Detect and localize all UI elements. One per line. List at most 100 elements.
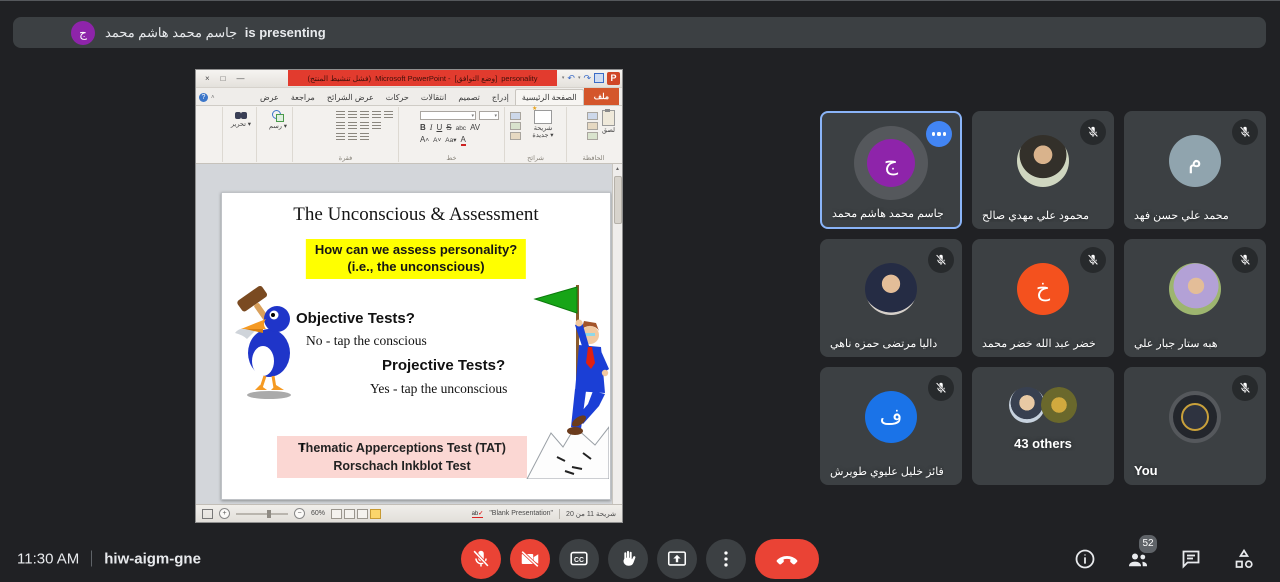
participant-tile-6[interactable]: ففائز خليل عليوي طويرش bbox=[820, 367, 962, 485]
participant-tile-7[interactable]: 43 others bbox=[972, 367, 1114, 485]
shadow-icon[interactable]: abc bbox=[456, 125, 466, 132]
font-name-select[interactable]: ▾ bbox=[420, 111, 476, 120]
layout-icon[interactable] bbox=[510, 112, 521, 120]
scroll-up-icon[interactable]: ▲ bbox=[613, 164, 622, 172]
ppt-tab-2[interactable]: إدراج bbox=[486, 90, 515, 105]
participants-button[interactable]: 52 bbox=[1126, 547, 1150, 571]
numbering-icon[interactable] bbox=[348, 111, 357, 119]
mic-toggle-button[interactable] bbox=[461, 539, 501, 579]
help-icon[interactable]: ? bbox=[199, 93, 208, 102]
zoom-slider[interactable] bbox=[236, 513, 288, 515]
ppt-tab-7[interactable]: مراجعة bbox=[285, 90, 321, 105]
tile-options-button[interactable] bbox=[926, 121, 952, 147]
line-spacing-icon[interactable] bbox=[384, 111, 393, 119]
clipboard-small-buttons[interactable] bbox=[587, 110, 598, 140]
ppt-tab-8[interactable]: عرض bbox=[254, 90, 285, 105]
redo-icon[interactable]: ↷ bbox=[583, 74, 591, 83]
raise-hand-button[interactable] bbox=[608, 539, 648, 579]
underline-icon[interactable]: U bbox=[436, 123, 442, 132]
align-buttons[interactable] bbox=[336, 122, 393, 130]
captions-button[interactable]: CC bbox=[559, 539, 599, 579]
font-size-select[interactable]: ▾ bbox=[479, 111, 499, 120]
meeting-details-button[interactable] bbox=[1073, 547, 1097, 571]
ppt-tab-1[interactable]: الصفحة الرئيسية bbox=[515, 89, 584, 105]
maximize-icon[interactable]: □ bbox=[221, 74, 226, 83]
text-cursor: I bbox=[301, 441, 305, 453]
ppt-tab-0[interactable]: ملف bbox=[584, 88, 619, 105]
cut-icon[interactable] bbox=[587, 112, 598, 120]
smartart-icon[interactable] bbox=[360, 133, 369, 141]
others-photo-1 bbox=[1009, 387, 1045, 423]
copy-icon[interactable] bbox=[587, 122, 598, 130]
zoom-out-icon[interactable]: − bbox=[294, 508, 305, 519]
present-button[interactable] bbox=[657, 539, 697, 579]
spellcheck-icon[interactable]: ab✓ bbox=[472, 510, 484, 518]
italic-icon[interactable]: I bbox=[430, 123, 433, 132]
section-icon[interactable] bbox=[510, 132, 521, 140]
slides-small-buttons[interactable] bbox=[510, 110, 521, 140]
qat-dropdown-icon[interactable]: ▾ bbox=[562, 75, 565, 81]
normal-view-icon[interactable] bbox=[370, 509, 381, 519]
chat-button[interactable] bbox=[1179, 547, 1203, 571]
activities-button[interactable] bbox=[1232, 547, 1256, 571]
ppt-tab-3[interactable]: تصميم bbox=[452, 90, 486, 105]
slideshow-view-icon[interactable] bbox=[331, 509, 342, 519]
participant-tile-5[interactable]: هبه ستار جبار علي bbox=[1124, 239, 1266, 357]
ppt-tab-5[interactable]: حركات bbox=[380, 90, 415, 105]
direction-buttons[interactable] bbox=[336, 133, 393, 141]
zoom-in-icon[interactable]: + bbox=[219, 508, 230, 519]
participant-tile-4[interactable]: خخضر عبد الله خضر محمد bbox=[972, 239, 1114, 357]
more-options-button[interactable] bbox=[706, 539, 746, 579]
font-style-buttons[interactable]: B I U S abc AV bbox=[420, 123, 499, 132]
participant-tile-3[interactable]: داليا مرتضى حمزه ناهي bbox=[820, 239, 962, 357]
participant-tile-1[interactable]: محمود علي مهدي صالح bbox=[972, 111, 1114, 229]
undo-dropdown-icon[interactable]: ▾ bbox=[578, 75, 581, 81]
bullets-icon[interactable] bbox=[336, 111, 345, 119]
draw-button[interactable]: رسم ▾ bbox=[269, 110, 287, 130]
participant-tile-0[interactable]: ججاسم محمد هاشم محمد bbox=[820, 111, 962, 229]
grow-font-icon[interactable]: A˄ bbox=[420, 135, 429, 144]
sorter-view-icon[interactable] bbox=[357, 509, 368, 519]
zoom-slider-thumb[interactable] bbox=[267, 510, 271, 518]
char-spacing-icon[interactable]: AV bbox=[470, 123, 480, 132]
align-right-icon[interactable] bbox=[336, 122, 345, 130]
ppt-window-title: (فشل تنشيط المنتج) Microsoft PowerPoint … bbox=[288, 70, 557, 86]
justify-icon[interactable] bbox=[372, 122, 381, 130]
undo-icon[interactable]: ↶ bbox=[567, 74, 575, 83]
align-left-icon[interactable] bbox=[360, 122, 369, 130]
indent-less-icon[interactable] bbox=[372, 111, 381, 119]
reset-icon[interactable] bbox=[510, 122, 521, 130]
shrink-font-icon[interactable]: A˅ bbox=[433, 137, 441, 144]
ribbon-group-editing: تحرير ▾ bbox=[222, 107, 256, 162]
paste-button[interactable]: لصق bbox=[602, 110, 615, 134]
participant-tile-8[interactable]: You bbox=[1124, 367, 1266, 485]
ppt-tab-6[interactable]: عرض الشرائح bbox=[321, 90, 380, 105]
fit-to-window-icon[interactable] bbox=[202, 509, 213, 519]
slide[interactable]: The Unconscious & Assessment How can we … bbox=[221, 192, 611, 500]
participant-tile-2[interactable]: ممحمد علي حسن فهد bbox=[1124, 111, 1266, 229]
save-icon[interactable] bbox=[594, 73, 604, 83]
ppt-vertical-scrollbar[interactable]: ▲ bbox=[612, 164, 622, 504]
minimize-ribbon-icon[interactable]: ˄ bbox=[211, 95, 215, 101]
font-color-icon[interactable]: A bbox=[461, 135, 466, 146]
reading-view-icon[interactable] bbox=[344, 509, 355, 519]
text-direction-icon[interactable] bbox=[336, 133, 345, 141]
minimize-icon[interactable]: — bbox=[237, 74, 245, 83]
new-slide-button[interactable]: شريحة جديدة ▾ bbox=[525, 110, 561, 140]
bold-icon[interactable]: B bbox=[420, 123, 426, 132]
ppt-tab-4[interactable]: انتقالات bbox=[415, 90, 452, 105]
end-call-button[interactable] bbox=[755, 539, 819, 579]
indent-more-icon[interactable] bbox=[360, 111, 369, 119]
case-icon[interactable]: Aa▾ bbox=[445, 136, 456, 144]
font-size-buttons[interactable]: A˄ A˅ Aa▾ A bbox=[420, 135, 499, 146]
align-center-icon[interactable] bbox=[348, 122, 357, 130]
camera-toggle-button[interactable] bbox=[510, 539, 550, 579]
columns-icon[interactable] bbox=[348, 133, 357, 141]
format-painter-icon[interactable] bbox=[587, 132, 598, 140]
strikethrough-icon[interactable]: S bbox=[446, 123, 451, 132]
close-icon[interactable]: × bbox=[205, 74, 210, 83]
scrollbar-thumb[interactable] bbox=[614, 176, 622, 224]
view-switcher[interactable] bbox=[331, 509, 381, 519]
edit-button[interactable]: تحرير ▾ bbox=[231, 110, 251, 128]
list-buttons[interactable] bbox=[336, 111, 393, 119]
